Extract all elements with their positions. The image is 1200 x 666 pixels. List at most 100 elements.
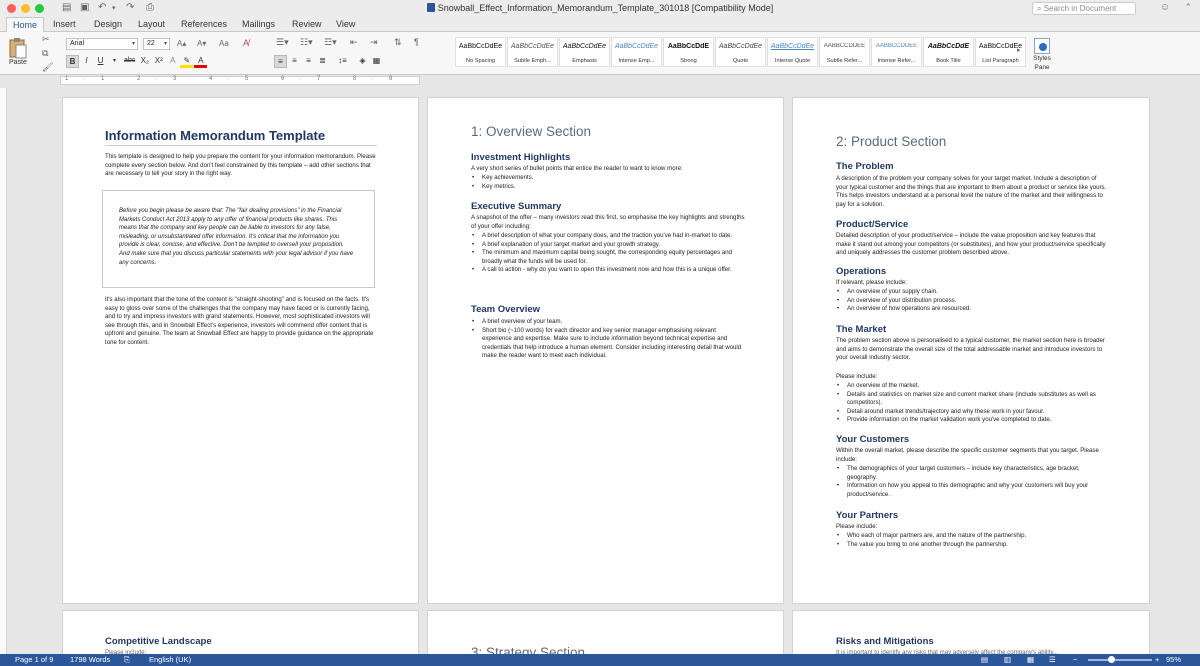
zoom-out-icon[interactable]: − [1073, 654, 1077, 666]
format-painter-icon[interactable]: 🖌 [42, 62, 53, 73]
list-item: The demographics of your target customer… [837, 465, 1109, 482]
shrink-font-icon[interactable]: A▾ [197, 39, 206, 48]
justify-button[interactable]: ≣ [316, 55, 329, 68]
bullets-icon[interactable]: ☰▾ [276, 37, 289, 48]
disclaimer-box: Before you begin please be aware that: T… [102, 190, 375, 288]
vertical-ruler[interactable] [0, 88, 7, 654]
style-book-title[interactable]: AaBbCcDdE Book Title [923, 37, 974, 67]
list-item: Details and statistics on market size an… [837, 391, 1109, 408]
chevron-down-icon: ▾ [163, 41, 167, 47]
font-name-select[interactable]: Arial ▾ [66, 38, 138, 50]
list-item: Key metrics. [472, 183, 744, 192]
bullet-list: The demographics of your target customer… [837, 465, 1109, 499]
smiley-feedback-icon[interactable]: ☺ [1160, 2, 1170, 13]
style-subtle-reference[interactable]: AABBCCDDEE Subtle Refer... [819, 37, 870, 67]
disclaimer-text: Before you begin please be aware that: T… [119, 208, 354, 266]
cut-icon[interactable]: ✂ [42, 34, 50, 45]
line-spacing-icon[interactable]: ↕≡ [336, 55, 349, 68]
zoom-slider[interactable] [1088, 659, 1152, 661]
font-color-icon[interactable]: A [194, 55, 208, 68]
bullet-list: A brief description of what your company… [472, 232, 744, 275]
zoom-in-icon[interactable]: + [1155, 654, 1159, 666]
horizontal-ruler[interactable]: 1 · 1 · 2 · 3 · 4 · 5 · 6 · 7 · 8 · 9 · [60, 76, 420, 85]
draft-view-icon[interactable]: ▤ [981, 654, 988, 666]
align-left-button[interactable]: ≡ [274, 55, 287, 68]
clear-formatting-icon[interactable]: A̸ [243, 38, 249, 48]
tab-home[interactable]: Home [6, 17, 45, 32]
heading-the-market: The Market [836, 324, 887, 335]
decrease-indent-icon[interactable]: ⇤ [350, 37, 358, 48]
styles-gallery: AaBbCcDdEe No Spacing AaBbCcDdEe Subtle Em… [455, 37, 1027, 71]
multilevel-list-icon[interactable]: ☲▾ [324, 37, 337, 48]
tab-view[interactable]: View [336, 18, 355, 31]
shading-icon[interactable]: ◈ [356, 55, 369, 68]
outline-view-icon[interactable]: ☰ [1049, 654, 1056, 666]
underline-button[interactable]: U [94, 55, 107, 68]
styles-pane-button[interactable]: Styles Pane [1030, 38, 1054, 72]
style-intense-reference[interactable]: AABBCCDDEE Intense Refer... [871, 37, 922, 67]
show-formatting-marks-icon[interactable]: ¶ [414, 37, 419, 47]
bold-button[interactable]: B [66, 55, 79, 68]
text-effects-icon[interactable]: A [166, 55, 179, 68]
align-center-button[interactable]: ≡ [288, 55, 301, 68]
style-name: Subtle Emph... [514, 58, 551, 64]
underline-options-icon[interactable]: ▾ [108, 55, 121, 68]
heading-investment-highlights: Investment Highlights [471, 152, 571, 163]
page-count-status[interactable]: Page 1 of 9 [15, 654, 53, 666]
tab-design[interactable]: Design [94, 18, 122, 31]
styles-pane-label: Pane [1034, 64, 1050, 71]
heading-risks-and-mitigations: Risks and Mitigations [836, 636, 934, 647]
tone-paragraph: It's also important that the tone of the… [105, 296, 374, 346]
style-strong[interactable]: AaBbCcDdE Strong [663, 37, 714, 67]
numbering-icon[interactable]: ☷▾ [300, 37, 313, 48]
strikethrough-button[interactable]: abc [122, 55, 137, 68]
style-subtle-emphasis[interactable]: AaBbCcDdEe Subtle Emph... [507, 37, 558, 67]
grow-font-icon[interactable]: A▴ [177, 39, 186, 48]
tab-references[interactable]: References [181, 18, 227, 31]
zoom-level[interactable]: 95% [1166, 654, 1181, 666]
zoom-slider-handle[interactable] [1108, 656, 1115, 663]
change-case-icon[interactable]: Aa [219, 39, 229, 48]
align-right-button[interactable]: ≡ [302, 55, 315, 68]
style-name: Emphasis [572, 58, 597, 64]
sort-icon[interactable]: ⇅ [394, 37, 402, 48]
style-intense-quote[interactable]: AaBbCcDdEe Intense Quote [767, 37, 818, 67]
style-intense-emphasis[interactable]: AaBbCcDdEe Intense Emp... [611, 37, 662, 67]
highlight-color-icon[interactable]: ✎ [180, 55, 194, 68]
tab-insert[interactable]: Insert [53, 18, 76, 31]
collapse-ribbon-icon[interactable]: ⌃ [1184, 2, 1192, 13]
style-emphasis[interactable]: AaBbCcDdEe Emphasis [559, 37, 610, 67]
increase-indent-icon[interactable]: ⇥ [370, 37, 378, 48]
style-name: List Paragraph [982, 58, 1019, 64]
heading-the-problem: The Problem [836, 161, 894, 172]
tab-review[interactable]: Review [292, 18, 322, 31]
copy-icon[interactable]: ⧉ [42, 48, 48, 59]
superscript-button[interactable]: X² [152, 55, 165, 68]
web-layout-icon[interactable]: ▥ [1004, 654, 1011, 666]
word-count-status[interactable]: 1798 Words [70, 654, 110, 666]
proofing-icon[interactable]: ⎘ [124, 654, 130, 666]
heading-product-service: Product/Service [836, 219, 909, 230]
list-item: A call to action - why do you want to op… [472, 266, 744, 275]
gallery-more-icon[interactable]: ▸ [1017, 46, 1021, 54]
print-layout-icon[interactable]: ▦ [1027, 654, 1034, 666]
tab-layout[interactable]: Layout [138, 18, 165, 31]
italic-button[interactable]: I [80, 55, 93, 68]
heading-your-customers: Your Customers [836, 434, 910, 445]
subscript-button[interactable]: X₂ [138, 55, 151, 68]
font-size-select[interactable]: 22 ▾ [143, 38, 170, 50]
list-item: Provide information on the market valida… [837, 416, 1109, 425]
style-no-spacing[interactable]: AaBbCcDdEe No Spacing [455, 37, 506, 67]
styles-pane-label: Styles [1033, 55, 1051, 62]
style-quote[interactable]: AaBbCcDdEe Quote [715, 37, 766, 67]
style-name: Intense Emp... [618, 58, 655, 64]
tab-mailings[interactable]: Mailings [242, 18, 275, 31]
list-item: Who each of major partners are, and the … [837, 532, 1109, 541]
search-document-input[interactable]: ⌕ Search in Document [1032, 2, 1136, 15]
borders-icon[interactable]: ▦ [370, 55, 383, 68]
language-status[interactable]: English (UK) [149, 654, 191, 666]
bullet-list: An overview of your supply chain. An ove… [837, 288, 1109, 314]
word-doc-icon [426, 3, 435, 12]
paste-icon[interactable] [8, 37, 28, 59]
list-item: The value you bring to one another throu… [837, 541, 1109, 550]
